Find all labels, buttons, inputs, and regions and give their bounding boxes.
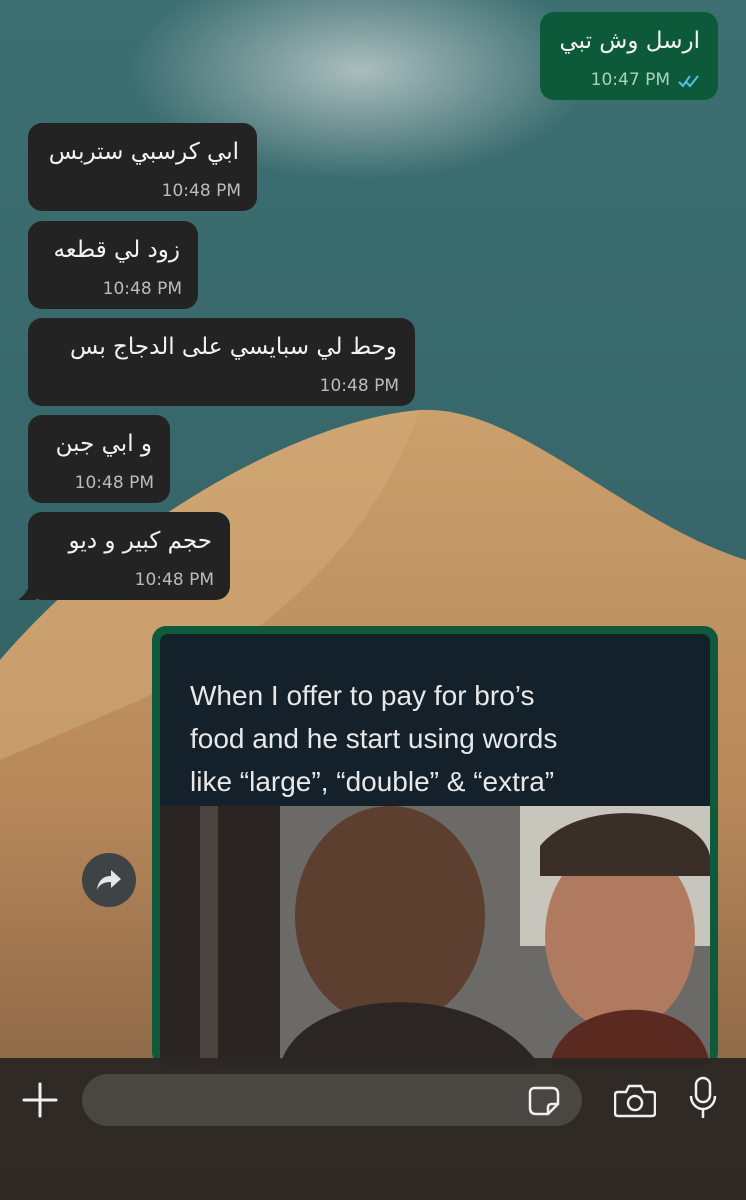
- message-time: 10:48 PM: [134, 570, 214, 590]
- caption-line: like “large”, “double” & “extra”: [190, 766, 555, 797]
- forward-arrow-icon: [97, 870, 121, 890]
- microphone-icon[interactable]: [688, 1076, 718, 1120]
- message-text: وحط لي سبايسي على الدجاج بس: [70, 334, 397, 360]
- incoming-message[interactable]: حجم كبير و ديو 10:48 PM: [28, 512, 230, 600]
- composer-bar: [0, 1058, 746, 1200]
- forward-button[interactable]: [82, 853, 136, 907]
- message-text: حجم كبير و ديو: [68, 528, 212, 554]
- camera-icon[interactable]: [614, 1082, 656, 1118]
- message-time: 10:48 PM: [161, 181, 241, 201]
- image-message[interactable]: When I offer to pay for bro’s food and h…: [152, 626, 718, 1066]
- incoming-message[interactable]: زود لي قطعه 10:48 PM: [28, 221, 198, 309]
- plus-icon[interactable]: [20, 1080, 60, 1120]
- message-time: 10:47 PM: [590, 70, 670, 90]
- meme-image[interactable]: When I offer to pay for bro’s food and h…: [160, 634, 710, 1066]
- outgoing-message[interactable]: ارسل وش تبي 10:47 PM: [540, 12, 718, 100]
- message-time: 10:48 PM: [319, 376, 399, 396]
- message-text: زود لي قطعه: [53, 237, 180, 263]
- caption-line: When I offer to pay for bro’s: [190, 680, 535, 711]
- meme-photo: [160, 806, 710, 1066]
- message-time: 10:48 PM: [74, 473, 154, 493]
- message-time: 10:48 PM: [102, 279, 182, 299]
- bubble-tail: [18, 584, 36, 600]
- caption-line: food and he start using words: [190, 723, 558, 754]
- message-text: و ابي جبن: [55, 431, 152, 457]
- incoming-message[interactable]: ابي كرسبي ستربس 10:48 PM: [28, 123, 257, 211]
- message-text: ارسل وش تبي: [559, 28, 700, 54]
- incoming-message[interactable]: وحط لي سبايسي على الدجاج بس 10:48 PM: [28, 318, 415, 406]
- meme-caption: When I offer to pay for bro’s food and h…: [190, 674, 710, 803]
- double-check-icon: [678, 75, 699, 88]
- sticker-icon[interactable]: [528, 1086, 560, 1116]
- message-text: ابي كرسبي ستربس: [48, 139, 239, 165]
- incoming-message[interactable]: و ابي جبن 10:48 PM: [28, 415, 170, 503]
- message-input[interactable]: [82, 1074, 582, 1126]
